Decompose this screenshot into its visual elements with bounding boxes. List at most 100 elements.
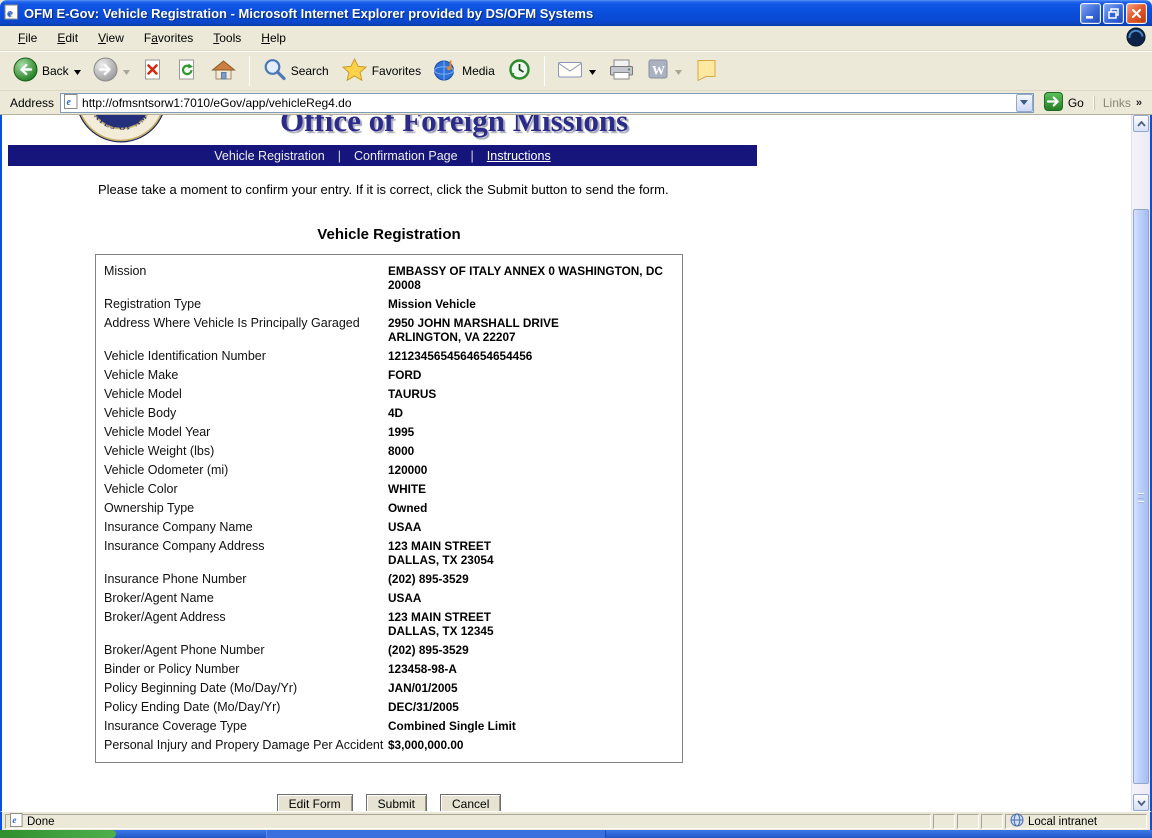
field-value: Combined Single Limit [388,716,682,735]
field-value: TAURUS [388,384,682,403]
address-dropdown-button[interactable] [1016,94,1033,112]
toolbar-separator [249,56,250,86]
start-button-fragment[interactable] [0,830,116,838]
stop-button[interactable] [137,54,169,88]
scrollbar-thumb[interactable] [1133,209,1149,784]
refresh-button[interactable] [171,54,203,88]
intranet-globe-icon [1010,813,1024,830]
back-button[interactable]: Back [8,54,86,88]
field-value: Mission Vehicle [388,294,682,313]
field-label: Vehicle Identification Number [96,346,388,365]
home-button[interactable] [205,54,242,88]
site-title: Office of Foreign Missions [280,115,628,139]
status-spacer-pane [933,814,955,829]
field-value: JAN/01/2005 [388,678,682,697]
table-row: Broker/Agent Address123 MAIN STREET DALL… [96,607,682,640]
menu-item-tools[interactable]: Tools [205,28,249,48]
svg-text:e: e [12,816,16,826]
svg-text:e: e [67,97,72,108]
mail-dropdown-icon[interactable] [589,64,596,78]
home-icon [210,57,237,85]
close-button[interactable] [1126,3,1147,24]
forward-dropdown-icon[interactable] [123,64,130,78]
nav-item-vehicle-registration: Vehicle Registration [214,149,324,163]
restore-button[interactable] [1103,3,1124,24]
windows-taskbar [0,830,1152,838]
cancel-button[interactable]: Cancel [440,794,501,811]
nav-link-instructions[interactable]: Instructions [487,149,551,163]
links-label: Links [1103,96,1131,110]
mail-button[interactable] [552,56,601,86]
window-titlebar[interactable]: e OFM E-Gov: Vehicle Registration - Micr… [0,0,1152,26]
menu-item-help[interactable]: Help [253,28,294,48]
links-button[interactable]: Links » [1094,96,1148,110]
browser-toolbar: Back Search Favorites [0,51,1152,91]
vertical-scrollbar[interactable] [1131,115,1150,811]
go-button[interactable]: Go [1040,92,1088,114]
menu-item-favorites[interactable]: Favorites [136,28,201,48]
field-value: 2950 JOHN MARSHALL DRIVE ARLINGTON, VA 2… [388,313,682,346]
menu-item-view[interactable]: View [90,28,132,48]
security-zone-text: Local intranet [1028,816,1097,828]
search-button[interactable]: Search [257,54,334,88]
field-value: 123 MAIN STREET DALLAS, TX 12345 [388,607,682,640]
field-label: Insurance Company Name [96,517,388,536]
minimize-button[interactable] [1080,3,1101,24]
field-value: (202) 895-3529 [388,640,682,659]
discuss-button[interactable] [689,54,724,88]
favorites-button[interactable]: Favorites [336,54,426,88]
field-label: Policy Beginning Date (Mo/Day/Yr) [96,678,388,697]
table-row: Binder or Policy Number123458-98-A [96,659,682,678]
menu-item-edit[interactable]: Edit [49,28,86,48]
media-button[interactable]: Media [428,54,500,88]
history-button[interactable] [502,54,537,88]
print-button[interactable] [603,54,640,88]
table-row: Insurance Company Address123 MAIN STREET… [96,536,682,569]
taskbar-window-button[interactable] [266,830,606,838]
links-chevron-icon: » [1136,97,1142,109]
ie-app-icon: e [4,4,19,23]
menu-items: FileEditViewFavoritesToolsHelp [10,28,1126,48]
nav-separator: | [471,149,474,163]
scroll-up-button[interactable] [1133,115,1149,132]
back-dropdown-icon[interactable] [74,64,81,78]
field-label: Insurance Phone Number [96,569,388,588]
edit-form-button[interactable]: Edit Form [277,794,353,811]
menu-item-file[interactable]: File [10,28,45,48]
field-value: FORD [388,365,682,384]
vehicle-registration-summary-table: MissionEMBASSY OF ITALY ANNEX 0 WASHINGT… [95,254,683,763]
table-row: Ownership TypeOwned [96,498,682,517]
discuss-note-icon [694,57,719,85]
favorites-label: Favorites [372,64,421,78]
search-label: Search [291,64,329,78]
history-icon [507,57,532,85]
page-title: Vehicle Registration [95,226,683,243]
table-row: Vehicle Body4D [96,403,682,422]
table-row: Registration TypeMission Vehicle [96,294,682,313]
svg-text:W: W [652,63,665,78]
address-label: Address [10,96,54,110]
scroll-down-button[interactable] [1133,794,1149,811]
table-row: Policy Beginning Date (Mo/Day/Yr)JAN/01/… [96,678,682,697]
address-input[interactable]: e http://ofmsntsorw1:7010/eGov/app/vehic… [60,93,1034,113]
table-row: Insurance Coverage TypeCombined Single L… [96,716,682,735]
forward-button[interactable] [88,54,135,88]
address-url-text[interactable]: http://ofmsntsorw1:7010/eGov/app/vehicle… [82,96,1012,110]
table-row: Vehicle MakeFORD [96,365,682,384]
field-label: Ownership Type [96,498,388,517]
confirmation-instructions: Please take a moment to confirm your ent… [98,182,1131,197]
table-row: Vehicle Odometer (mi)120000 [96,460,682,479]
search-icon [262,57,287,85]
submit-button[interactable]: Submit [366,794,427,811]
site-masthead: STATES OF AM Office of Foreign Missions [2,115,1131,143]
field-label: Vehicle Make [96,365,388,384]
svg-text:e: e [7,7,12,19]
field-label: Vehicle Weight (lbs) [96,441,388,460]
field-label: Vehicle Color [96,479,388,498]
edit-with-word-button[interactable]: W [642,55,687,87]
table-row: Vehicle ColorWHITE [96,479,682,498]
field-value: USAA [388,588,682,607]
field-label: Binder or Policy Number [96,659,388,678]
stop-icon [142,57,164,85]
form-buttons: Edit Form Submit Cancel [95,794,683,811]
